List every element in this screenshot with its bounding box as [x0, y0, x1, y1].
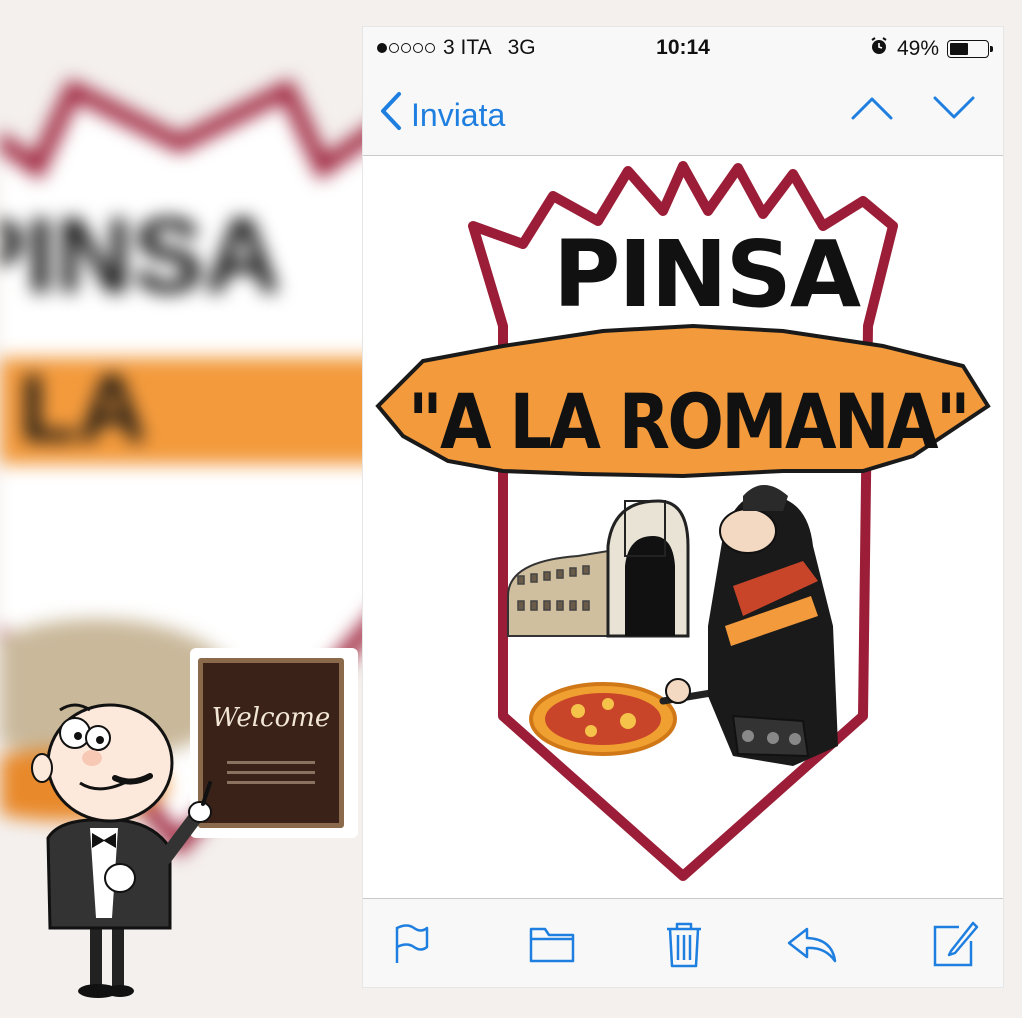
mail-nav-bar: Inviata — [363, 69, 1003, 156]
svg-text:"A LA: "A LA — [0, 356, 146, 462]
phone-screenshot: 3 ITA 3G 10:14 49% Inviata PINSA "A LA R… — [363, 27, 1003, 987]
status-right: 49% — [869, 36, 993, 62]
battery-percent: 49% — [896, 37, 939, 60]
flag-icon — [395, 924, 429, 963]
chevron-up-icon — [851, 97, 893, 120]
alarm-icon — [869, 36, 889, 62]
battery-icon — [947, 40, 993, 58]
svg-text:PINSA: PINSA — [0, 195, 281, 315]
compose-button[interactable] — [929, 919, 979, 969]
back-label: Inviata — [411, 96, 506, 133]
compose-icon — [933, 921, 979, 967]
reply-icon — [787, 927, 837, 963]
trash-icon — [667, 922, 701, 968]
chevron-left-icon — [379, 91, 403, 139]
waiter-cartoon — [31, 703, 212, 998]
logo-line2: "A LA ROMANA" — [408, 377, 968, 466]
flag-button[interactable] — [387, 919, 437, 969]
logo-line1: PINSA — [553, 221, 861, 328]
welcome-sticker: Welcome — [20, 648, 358, 998]
back-button[interactable]: Inviata — [379, 91, 505, 139]
battery-level — [950, 43, 968, 55]
pinsa-logo-image: PINSA "A LA ROMANA" — [375, 161, 991, 881]
reply-button[interactable] — [785, 919, 837, 969]
mail-toolbar — [363, 898, 1003, 987]
email-body: PINSA "A LA ROMANA" — [363, 156, 1003, 898]
previous-message-button[interactable] — [851, 95, 893, 126]
status-bar: 3 ITA 3G 10:14 49% — [363, 27, 1003, 69]
message-navigation — [851, 95, 975, 126]
chevron-down-icon — [933, 96, 975, 119]
next-message-button[interactable] — [933, 95, 975, 126]
move-to-folder-button[interactable] — [527, 919, 577, 969]
folder-icon — [529, 927, 575, 963]
delete-button[interactable] — [659, 919, 709, 969]
